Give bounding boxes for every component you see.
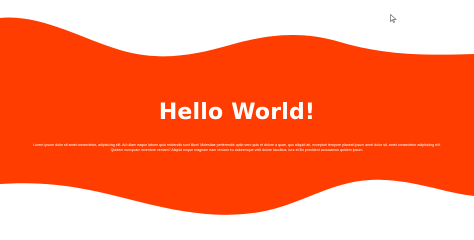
hero-paragraph: Lorem ipsum dolor sit amet consectetur, …: [33, 143, 441, 153]
page-canvas: Hello World! Lorem ipsum dolor sit amet …: [0, 0, 474, 230]
hero-title: Hello World!: [158, 100, 316, 125]
mouse-pointer-icon: [390, 14, 397, 23]
hero-content: Hello World! Lorem ipsum dolor sit amet …: [0, 0, 474, 230]
